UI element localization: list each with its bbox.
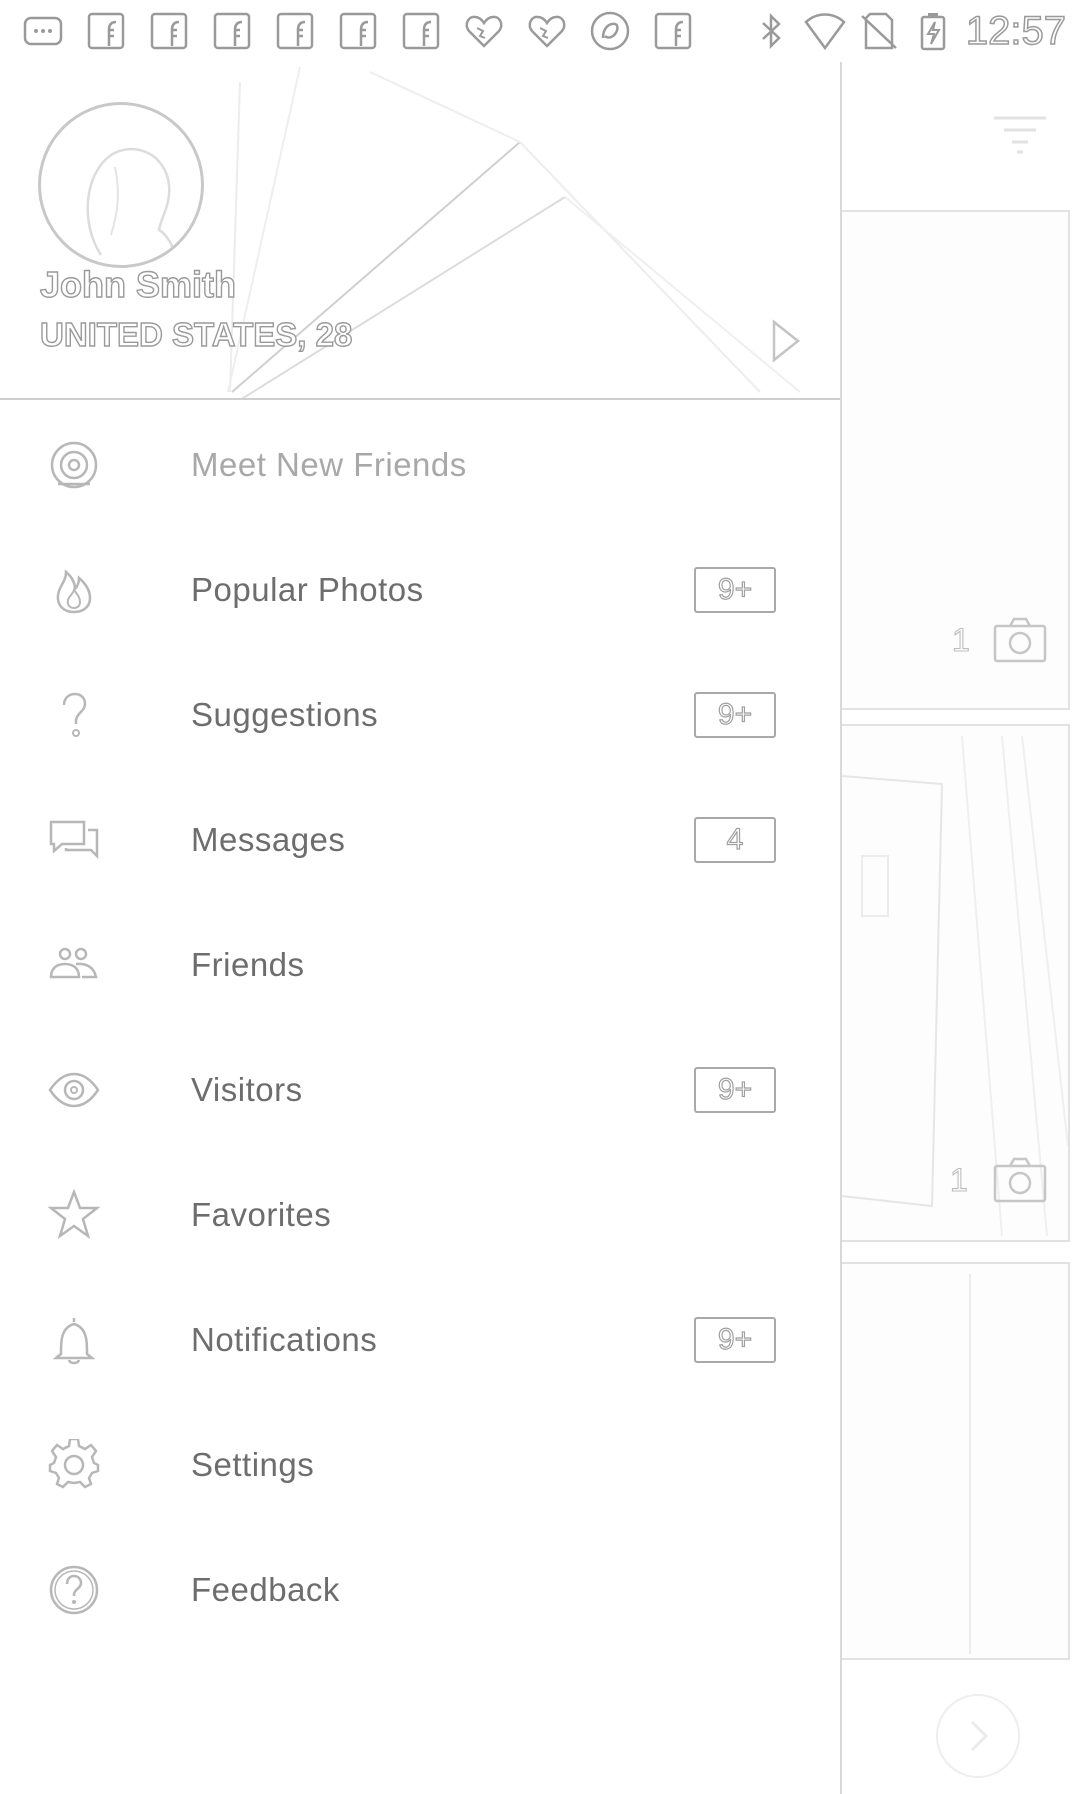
puzzle-heart-icon	[463, 10, 505, 52]
next-page-button[interactable]	[936, 1694, 1020, 1778]
user-location-age: UNITED STATES, 28	[39, 315, 353, 353]
count-badge: 4	[694, 816, 776, 863]
user-name: John Smith	[39, 263, 236, 305]
photo-thumbnail	[969, 1274, 971, 1654]
menu-item-visitors[interactable]: Visitors 9+	[0, 1027, 840, 1152]
menu-item-meet-new-friends[interactable]: Meet New Friends	[0, 402, 840, 527]
menu-item-settings[interactable]: Settings	[0, 1402, 840, 1527]
avatar-portrait-image	[86, 147, 181, 265]
menu-item-label: Notifications	[191, 1320, 378, 1358]
menu-item-label: Settings	[191, 1445, 315, 1483]
wifi-icon	[804, 10, 846, 52]
facebook-icon	[652, 10, 694, 52]
count-badge: 9+	[694, 566, 776, 613]
chevron-right-icon	[970, 1720, 989, 1752]
drawer-menu: Meet New Friends Popular Photos 9+ Sugge…	[0, 402, 840, 1652]
menu-item-friends[interactable]: Friends	[0, 902, 840, 1027]
flame-icon	[48, 564, 100, 616]
background-photo-feed: 1 1	[842, 62, 1080, 1794]
menu-item-messages[interactable]: Messages 4	[0, 777, 840, 902]
help-circle-icon	[48, 1564, 100, 1616]
facebook-icon	[85, 10, 127, 52]
app-circle-icon	[589, 10, 631, 52]
puzzle-heart-icon	[526, 10, 568, 52]
facebook-icon	[274, 10, 316, 52]
menu-item-popular-photos[interactable]: Popular Photos 9+	[0, 527, 840, 652]
chat-icon	[48, 814, 100, 866]
facebook-icon	[148, 10, 190, 52]
count-badge: 9+	[694, 1316, 776, 1363]
menu-item-notifications[interactable]: Notifications 9+	[0, 1277, 840, 1402]
menu-item-label: Suggestions	[191, 695, 379, 733]
menu-item-label: Meet New Friends	[191, 445, 467, 483]
camera-icon	[993, 617, 1047, 663]
camera-icon	[993, 1157, 1047, 1203]
menu-item-label: Favorites	[191, 1195, 332, 1233]
menu-item-label: Friends	[191, 945, 305, 983]
menu-item-suggestions[interactable]: Suggestions 9+	[0, 652, 840, 777]
photo-card[interactable]: 1	[842, 210, 1070, 710]
no-sim-icon	[858, 10, 900, 52]
radar-icon	[48, 439, 100, 491]
gear-icon	[48, 1437, 100, 1491]
question-icon	[48, 689, 100, 741]
menu-item-label: Popular Photos	[191, 570, 424, 608]
status-clock: 12:57	[965, 8, 1067, 54]
facebook-icon	[337, 10, 379, 52]
more-apps-icon	[22, 10, 64, 52]
filter-icon[interactable]	[992, 112, 1048, 156]
menu-item-label: Visitors	[191, 1070, 303, 1108]
count-badge: 9+	[694, 1066, 776, 1113]
bluetooth-icon	[750, 10, 792, 52]
app-screen: 12:57 1 1 John Smith UNITED STATES, 28 M…	[0, 0, 1080, 1794]
avatar[interactable]	[38, 102, 204, 268]
photo-card[interactable]: 1	[842, 724, 1070, 1242]
menu-item-feedback[interactable]: Feedback	[0, 1527, 840, 1652]
battery-charging-icon	[912, 10, 954, 52]
navigation-drawer: John Smith UNITED STATES, 28 Meet New Fr…	[0, 62, 842, 1794]
photo-count: 1	[949, 1161, 968, 1198]
menu-item-label: Messages	[191, 820, 346, 858]
eye-icon	[48, 1064, 100, 1116]
people-icon	[48, 939, 100, 991]
facebook-icon	[400, 10, 442, 52]
menu-item-favorites[interactable]: Favorites	[0, 1152, 840, 1277]
drawer-header[interactable]: John Smith UNITED STATES, 28	[0, 62, 840, 400]
facebook-icon	[211, 10, 253, 52]
star-icon	[47, 1187, 101, 1241]
profile-arrow-icon[interactable]	[770, 318, 804, 364]
menu-item-label: Feedback	[191, 1570, 340, 1608]
bell-icon	[48, 1314, 100, 1366]
photo-count: 1	[951, 621, 970, 658]
status-bar: 12:57	[0, 0, 1080, 62]
photo-card[interactable]	[842, 1262, 1070, 1660]
count-badge: 9+	[694, 691, 776, 738]
